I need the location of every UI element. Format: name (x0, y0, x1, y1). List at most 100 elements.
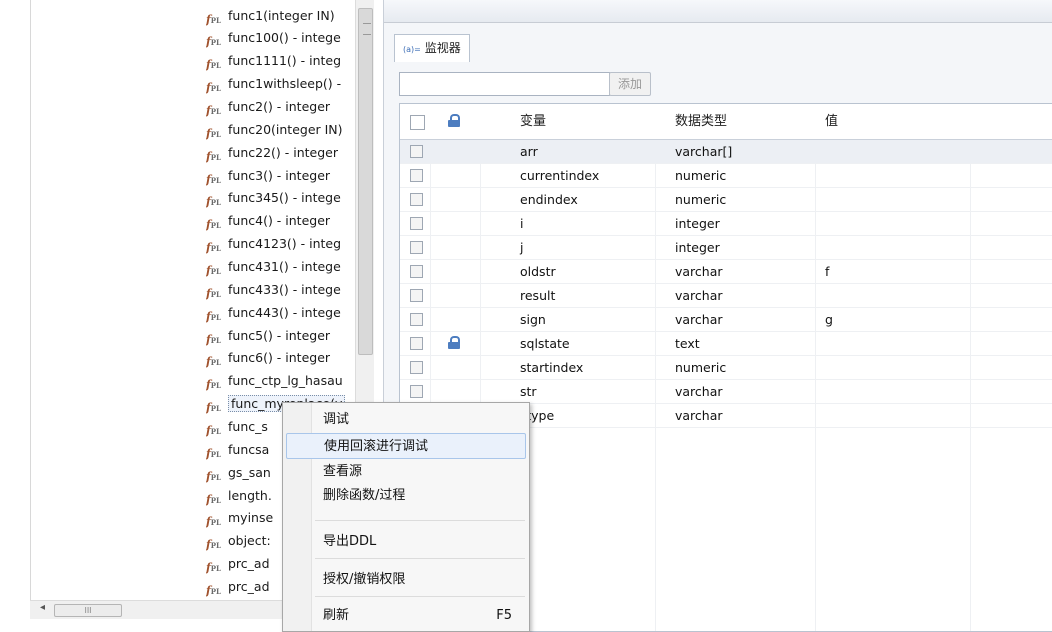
function-icon-label: PL (210, 403, 221, 413)
table-row[interactable]: sign varchar g (400, 308, 1052, 332)
context-menu-item[interactable]: 删除函数/过程 (286, 483, 526, 509)
tree-item[interactable]: ƒPL func345() - intege (206, 187, 376, 209)
tree-item[interactable]: ƒPL func1withsleep() - (206, 73, 376, 95)
context-menu-item[interactable]: 使用回滚进行调试 (286, 433, 526, 459)
tree-item-label: length. (228, 488, 272, 503)
data-type-cell: varchar (675, 264, 723, 279)
row-checkbox[interactable] (410, 337, 423, 350)
function-icon-label: PL (210, 243, 221, 253)
row-checkbox[interactable] (410, 145, 423, 158)
row-checkbox[interactable] (410, 217, 423, 230)
column-header-variable[interactable]: 变量 (520, 104, 655, 139)
function-icon-label: PL (210, 563, 221, 573)
lock-icon (448, 336, 460, 349)
variable-name-cell: j (520, 240, 524, 255)
function-icon-label: PL (210, 220, 221, 230)
tree-item-label: gs_san (228, 465, 271, 480)
function-icon: ƒPL (206, 240, 221, 254)
table-row[interactable]: arr varchar[] (400, 140, 1052, 164)
tree-item-label: func_s (228, 419, 268, 434)
variable-name-cell: currentindex (520, 168, 600, 183)
scroll-left-arrow-icon[interactable]: ◂ (40, 602, 45, 613)
tree-item-label: func1111() - integ (228, 53, 342, 68)
add-watch-button[interactable]: 添加 (609, 72, 651, 96)
tree-item[interactable]: ƒPL func4123() - integ (206, 233, 376, 255)
function-icon-label: PL (210, 266, 221, 276)
variable-name-cell: sqlstate (520, 336, 570, 351)
function-icon: ƒPL (206, 423, 221, 437)
tree-item-label: func1withsleep() - (228, 76, 342, 91)
function-icon: ƒPL (206, 80, 221, 94)
context-menu-item[interactable]: 刷新 F5 (286, 603, 526, 629)
row-checkbox[interactable] (410, 313, 423, 326)
tree-item[interactable]: ƒPL func443() - intege (206, 302, 376, 324)
function-icon: ƒPL (206, 354, 221, 368)
table-row[interactable]: j integer (400, 236, 1052, 260)
tree-item-label: func2() - integer (228, 99, 331, 114)
table-row[interactable]: startindex numeric (400, 356, 1052, 380)
function-icon-label: PL (210, 449, 221, 459)
menu-item-label: 查看源 (323, 464, 363, 479)
tree-item[interactable]: ƒPL func5() - integer (206, 325, 376, 347)
context-menu-item[interactable]: 调试 (286, 407, 526, 433)
function-icon-label: PL (210, 312, 221, 322)
context-menu: 调试使用回滚进行调试查看源删除函数/过程 导出DDL 授权/撤销权限 刷新 F5 (282, 402, 530, 632)
column-header-value[interactable]: 值 (825, 104, 970, 139)
row-checkbox[interactable] (410, 361, 423, 374)
tree-item[interactable]: ƒPL func431() - intege (206, 256, 376, 278)
tree-item[interactable]: ƒPL func22() - integer (206, 142, 376, 164)
watch-variable-input[interactable] (399, 72, 610, 96)
table-row[interactable]: currentindex numeric (400, 164, 1052, 188)
tree-item[interactable]: ƒPL func20(integer IN) (206, 119, 376, 141)
variables-tab-icon: (a)= (403, 45, 421, 54)
select-all-checkbox[interactable] (410, 115, 425, 130)
function-icon-label: PL (210, 540, 221, 550)
function-icon-label: PL (210, 15, 221, 25)
tree-item[interactable]: ƒPL func2() - integer (206, 96, 376, 118)
context-menu-item[interactable]: 查看源 (286, 459, 526, 485)
tree-item[interactable]: ƒPL func1(integer IN) (206, 5, 376, 27)
table-row[interactable]: endindex numeric (400, 188, 1052, 212)
tab-monitor[interactable]: (a)= 监视器 (394, 34, 470, 62)
row-checkbox[interactable] (410, 289, 423, 302)
tree-item-label: func3() - integer (228, 168, 331, 183)
tree-vertical-scroll-thumb[interactable] (358, 8, 373, 355)
table-row[interactable]: result varchar (400, 284, 1052, 308)
context-menu-item[interactable]: 授权/撤销权限 (286, 567, 526, 593)
menu-item-label: 调试 (323, 412, 350, 427)
function-icon-label: PL (210, 380, 221, 390)
context-menu-item[interactable]: 导出DDL (286, 529, 526, 555)
tree-item[interactable]: ƒPL func1111() - integ (206, 50, 376, 72)
tree-item[interactable]: ƒPL func4() - integer (206, 210, 376, 232)
variable-name-cell: endindex (520, 192, 578, 207)
tree-item[interactable]: ƒPL func_ctp_lg_hasau (206, 370, 376, 392)
tree-item-label: func100() - intege (228, 30, 341, 45)
row-checkbox[interactable] (410, 169, 423, 182)
column-header-type[interactable]: 数据类型 (675, 104, 815, 139)
tree-item[interactable]: ƒPL func100() - intege (206, 27, 376, 49)
menu-item-label: 刷新 (323, 608, 350, 623)
tree-item-label: func22() - integer (228, 145, 338, 160)
row-checkbox[interactable] (410, 265, 423, 278)
data-type-cell: numeric (675, 360, 727, 375)
table-row[interactable]: str varchar (400, 380, 1052, 404)
tree-item[interactable]: ƒPL func6() - integer (206, 347, 376, 369)
row-checkbox[interactable] (410, 385, 423, 398)
table-row[interactable]: i integer (400, 212, 1052, 236)
tree-item-label: func5() - integer (228, 328, 331, 343)
value-cell[interactable]: g (825, 308, 833, 331)
row-checkbox[interactable] (410, 193, 423, 206)
function-icon: ƒPL (206, 263, 221, 277)
data-type-cell: integer (675, 216, 720, 231)
function-icon-label: PL (210, 37, 221, 47)
tree-item[interactable]: ƒPL func3() - integer (206, 165, 376, 187)
row-checkbox[interactable] (410, 241, 423, 254)
tree-item[interactable]: ƒPL func433() - intege (206, 279, 376, 301)
data-type-cell: integer (675, 240, 720, 255)
table-row[interactable]: oldstr varchar f (400, 260, 1052, 284)
table-row[interactable]: sqlstate text (400, 332, 1052, 356)
tree-horizontal-scroll-thumb[interactable]: III (54, 604, 122, 617)
value-cell[interactable]: f (825, 260, 829, 283)
function-icon: ƒPL (206, 400, 221, 414)
tree-item-label: func345() - intege (228, 190, 341, 205)
